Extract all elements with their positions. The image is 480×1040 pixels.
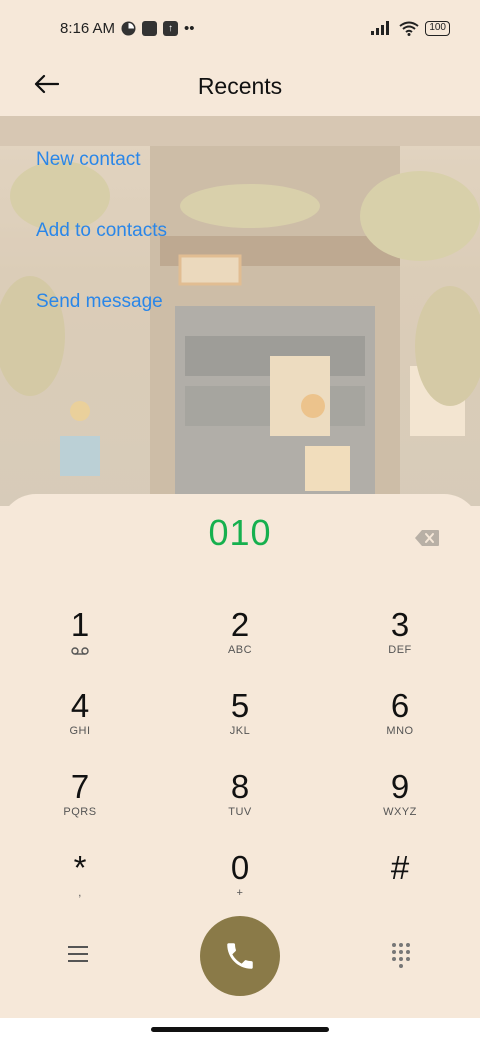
key-letters: MNO	[386, 725, 414, 737]
app-header: Recents	[0, 56, 480, 116]
key-7[interactable]: 7 PQRS	[0, 768, 160, 849]
status-app-icon	[121, 21, 136, 35]
number-actions: New contact Add to contacts Send message	[36, 140, 167, 353]
key-digit: 9	[390, 768, 410, 805]
key-digit: 7	[70, 768, 90, 805]
send-message-link[interactable]: Send message	[36, 282, 167, 353]
home-indicator[interactable]	[151, 1027, 329, 1032]
page-title: Recents	[197, 72, 283, 99]
menu-icon[interactable]	[68, 946, 88, 964]
dialer-bottom-row	[0, 916, 480, 996]
key-letters: ABC	[227, 644, 253, 656]
status-upload-icon: ↑	[163, 20, 179, 36]
key-letters: GHI	[69, 725, 91, 737]
key-9[interactable]: 9 WXYZ	[320, 768, 480, 849]
status-left: 8:16 AM ↑ ••	[60, 20, 195, 37]
key-4[interactable]: 4 GHI	[0, 687, 160, 768]
key-letters: TUV	[228, 806, 252, 818]
key-digit: 8	[230, 768, 250, 805]
key-letters: DEF	[388, 644, 412, 656]
signal-icon	[371, 21, 390, 35]
add-to-contacts-link[interactable]: Add to contacts	[36, 211, 167, 282]
key-digit: 6	[390, 687, 410, 724]
key-letters: JKL	[229, 725, 251, 737]
battery-indicator: 100	[425, 20, 450, 36]
key-2[interactable]: 2 ABC	[160, 606, 320, 687]
key-digit: 1	[70, 606, 90, 643]
key-digit: 3	[390, 606, 410, 643]
status-bar: 8:16 AM ↑ •• 100	[0, 0, 480, 56]
key-digit: 5	[230, 687, 250, 724]
dialpad-icon[interactable]	[392, 943, 412, 968]
key-digit: 4	[70, 687, 90, 724]
key-digit: 2	[230, 606, 250, 643]
status-time: 8:16 AM	[60, 19, 116, 37]
key-6[interactable]: 6 MNO	[320, 687, 480, 768]
arrow-left-icon	[34, 74, 59, 94]
key-letters: WXYZ	[383, 806, 417, 818]
wifi-icon	[399, 21, 419, 36]
key-digit: #	[390, 849, 410, 886]
keypad: 1 2 ABC 3 DEF 4 GHI 5 JKL 6 MNO 7 PQRS 8…	[0, 606, 480, 930]
key-digit: *	[73, 849, 87, 886]
back-button[interactable]	[28, 66, 64, 102]
key-3[interactable]: 3 DEF	[320, 606, 480, 687]
key-1[interactable]: 1	[0, 606, 160, 687]
dialed-number: 010	[208, 512, 272, 553]
voicemail-icon	[71, 647, 89, 655]
backspace-button[interactable]	[414, 528, 440, 548]
key-5[interactable]: 5 JKL	[160, 687, 320, 768]
key-digit: 0	[230, 849, 250, 886]
key-letters: ,	[78, 887, 82, 899]
status-overflow: ••	[184, 19, 195, 37]
phone-icon	[227, 943, 253, 969]
key-letters: +	[236, 887, 244, 899]
status-right: 100	[371, 20, 450, 36]
new-contact-link[interactable]: New contact	[36, 140, 167, 211]
call-button[interactable]	[200, 916, 280, 996]
key-8[interactable]: 8 TUV	[160, 768, 320, 849]
key-letters: PQRS	[63, 806, 97, 818]
status-square-icon	[142, 20, 158, 36]
backspace-icon	[415, 530, 439, 546]
dialpad-sheet: 010 1 2 ABC 3 DEF 4 GHI 5 JKL 6 MNO 7 PQ…	[0, 494, 480, 1040]
